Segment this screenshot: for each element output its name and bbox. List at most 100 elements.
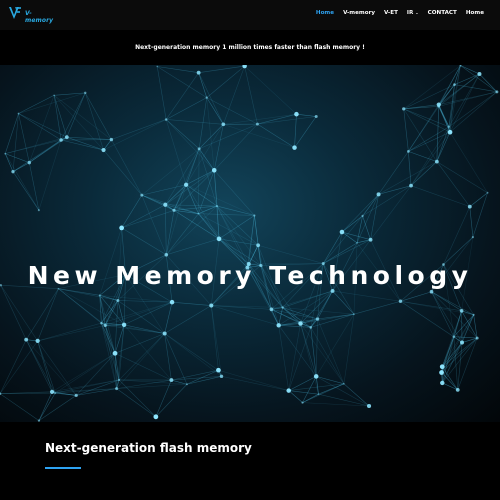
network-line bbox=[66, 92, 86, 138]
network-line bbox=[443, 206, 471, 265]
network-node bbox=[286, 388, 291, 393]
network-line bbox=[436, 161, 488, 193]
network-line bbox=[85, 92, 112, 140]
network-node bbox=[294, 111, 299, 117]
network-line bbox=[0, 339, 27, 394]
network-node bbox=[216, 236, 222, 242]
network-line bbox=[114, 353, 172, 381]
heading-underline bbox=[45, 467, 81, 469]
network-line bbox=[378, 151, 409, 195]
network-line bbox=[448, 65, 461, 127]
network-node bbox=[434, 159, 439, 164]
network-line bbox=[186, 369, 219, 385]
network-line bbox=[166, 119, 224, 125]
network-line bbox=[453, 336, 478, 339]
network-line bbox=[218, 369, 289, 391]
network-node bbox=[53, 94, 55, 97]
network-node bbox=[219, 374, 224, 379]
network-node bbox=[292, 145, 297, 150]
network-line bbox=[343, 383, 370, 407]
network-line bbox=[156, 66, 167, 120]
network-node bbox=[368, 237, 373, 242]
chevron-down-icon: ⌄ bbox=[415, 10, 419, 15]
network-line bbox=[198, 72, 208, 98]
network-line bbox=[332, 290, 355, 315]
network-line bbox=[173, 210, 220, 240]
nav-item-home[interactable]: Home bbox=[316, 10, 334, 16]
network-node bbox=[163, 202, 168, 207]
network-node bbox=[437, 105, 440, 108]
network-line bbox=[206, 97, 258, 125]
nav-item-ir[interactable]: IR ⌄ bbox=[407, 10, 419, 16]
network-node bbox=[100, 321, 103, 325]
network-node bbox=[117, 378, 121, 382]
network-line bbox=[403, 84, 455, 110]
network-node bbox=[253, 214, 256, 217]
network-node bbox=[447, 125, 451, 128]
network-line bbox=[165, 72, 199, 120]
nav-item-contact[interactable]: CONTACT bbox=[428, 10, 457, 16]
network-line bbox=[460, 65, 480, 75]
network-line bbox=[449, 132, 488, 193]
network-line bbox=[199, 123, 258, 150]
network-line bbox=[353, 300, 401, 315]
network-node bbox=[215, 204, 219, 208]
network-line bbox=[198, 213, 248, 268]
network-node bbox=[467, 204, 472, 209]
network-node bbox=[115, 387, 119, 391]
network-line bbox=[341, 231, 358, 244]
network-node bbox=[459, 308, 464, 313]
network-line bbox=[0, 393, 40, 421]
network-line bbox=[38, 392, 56, 421]
network-line bbox=[206, 97, 215, 171]
network-line bbox=[121, 204, 166, 229]
network-line bbox=[141, 194, 167, 255]
network-line bbox=[165, 184, 187, 255]
nav-item-home-secondary[interactable]: Home bbox=[466, 10, 484, 16]
nav-item-v-memory[interactable]: V-memory bbox=[343, 10, 375, 16]
network-line bbox=[141, 194, 175, 211]
network-line bbox=[211, 305, 222, 377]
brand-name: V-memory bbox=[25, 10, 54, 24]
network-node bbox=[429, 289, 434, 294]
network-node bbox=[315, 317, 320, 321]
network-node bbox=[49, 389, 55, 394]
network-line bbox=[155, 384, 188, 418]
network-node bbox=[455, 387, 460, 392]
network-line bbox=[317, 318, 345, 384]
network-node bbox=[169, 378, 174, 383]
network-node bbox=[269, 307, 274, 312]
network-line bbox=[165, 97, 207, 120]
network-node bbox=[101, 147, 106, 153]
v-memory-logo[interactable]: V-memory bbox=[8, 5, 58, 24]
network-line bbox=[370, 185, 412, 240]
network-node bbox=[477, 71, 482, 77]
network-node bbox=[366, 403, 372, 409]
network-line bbox=[296, 113, 317, 117]
network-node bbox=[317, 393, 320, 396]
network-node bbox=[205, 96, 208, 99]
network-line bbox=[25, 339, 77, 396]
network-line bbox=[211, 305, 283, 308]
nav-item-v-et[interactable]: V-ET bbox=[384, 10, 398, 16]
network-line bbox=[172, 301, 212, 306]
network-line bbox=[37, 340, 56, 394]
network-line bbox=[288, 390, 303, 403]
network-line bbox=[198, 97, 208, 149]
network-node bbox=[409, 183, 413, 188]
network-line bbox=[165, 119, 200, 150]
main-menu: Home V-memory V-ET IR ⌄ CONTACT Home bbox=[316, 10, 484, 16]
network-node bbox=[256, 243, 261, 248]
network-node bbox=[209, 303, 214, 308]
content-section: Next-generation flash memory bbox=[0, 422, 500, 500]
network-line bbox=[448, 73, 480, 127]
network-node bbox=[103, 323, 107, 328]
network-line bbox=[166, 205, 218, 256]
network-line bbox=[53, 95, 112, 140]
network-line bbox=[0, 340, 38, 394]
network-line bbox=[164, 302, 173, 334]
network-node bbox=[314, 114, 318, 119]
network-line bbox=[121, 194, 143, 229]
network-line bbox=[121, 227, 167, 256]
network-node bbox=[452, 335, 456, 338]
